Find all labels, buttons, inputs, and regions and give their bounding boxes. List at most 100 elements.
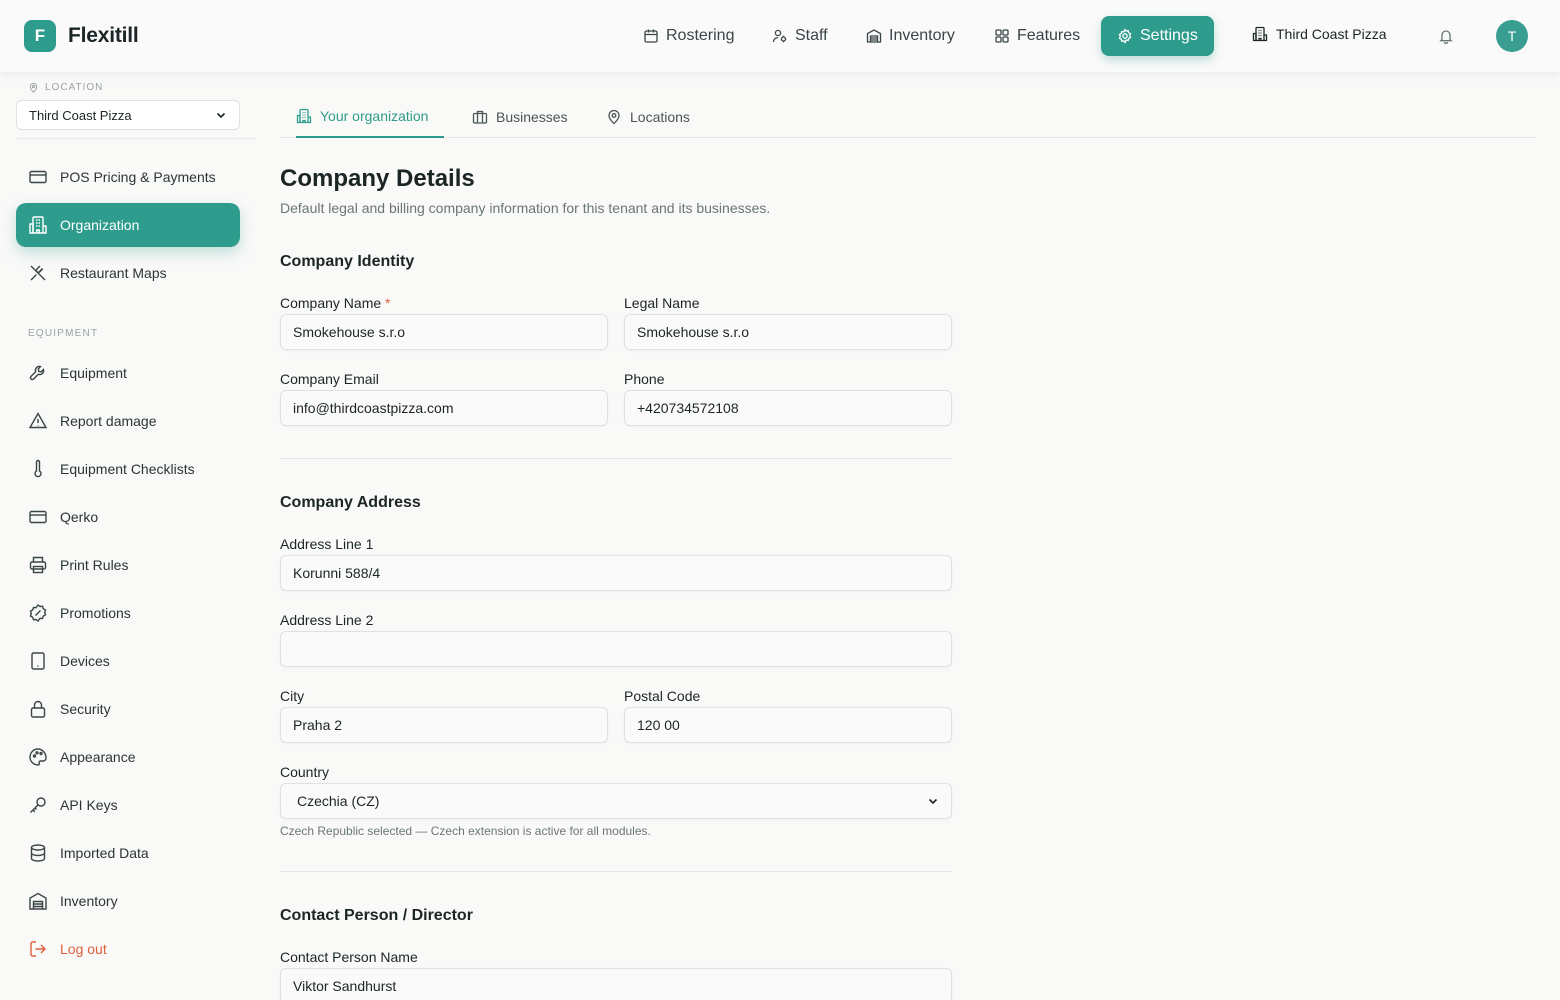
company-name-label-text: Company Name	[280, 295, 382, 311]
sidebar-item-label: Organization	[60, 217, 140, 233]
brand-name[interactable]: Flexitill	[68, 24, 139, 48]
sidebar-item-label: Promotions	[60, 605, 131, 621]
thermometer-icon	[34, 459, 42, 478]
nav-staff-label: Staff	[795, 27, 828, 44]
tab-locations[interactable]: Locations	[606, 96, 690, 138]
settings-sidebar: LOCATION Third Coast Pizza POS Pricing &…	[0, 72, 256, 1000]
company-email-value: info@thirdcoastpizza.com	[293, 400, 454, 416]
app-logo[interactable]: F	[24, 20, 56, 52]
sidebar-item-label: Inventory	[60, 893, 118, 909]
city-label: City	[280, 688, 305, 704]
building-icon	[1252, 26, 1268, 42]
nav-settings[interactable]: Settings	[1101, 16, 1214, 56]
tab-label: Your organization	[320, 108, 429, 124]
nav-inventory-label: Inventory	[889, 27, 955, 44]
phone-input[interactable]: +420734572108	[624, 390, 952, 426]
location-label: LOCATION	[45, 82, 104, 93]
palette-icon	[29, 748, 47, 766]
nav-features-label: Features	[1017, 27, 1081, 44]
organization-switcher[interactable]: Third Coast Pizza	[1252, 26, 1386, 42]
company-address-heading: Company Address	[280, 494, 421, 511]
sidebar-item-label: Restaurant Maps	[60, 265, 167, 281]
sidebar-item-imported-data[interactable]: Imported Data	[16, 831, 240, 875]
gear-icon	[1118, 28, 1132, 44]
address-line2-label: Address Line 2	[280, 612, 374, 628]
contact-name-value: Viktor Sandhurst	[293, 978, 397, 994]
postal-code-label: Postal Code	[624, 688, 701, 704]
sidebar-item-label: Print Rules	[60, 557, 129, 573]
staff-icon	[772, 29, 787, 43]
equipment-section-heading: EQUIPMENT	[28, 328, 99, 339]
company-identity-heading: Company Identity	[280, 253, 415, 270]
location-select-value: Third Coast Pizza	[29, 107, 132, 123]
company-name-input[interactable]: Smokehouse s.r.o	[280, 314, 608, 350]
discount-badge-icon	[29, 604, 47, 622]
user-avatar[interactable]: T	[1496, 20, 1528, 52]
sidebar-item-print-rules[interactable]: Print Rules	[16, 543, 240, 587]
sidebar-item-label: Equipment Checklists	[60, 461, 195, 477]
sidebar-item-inventory[interactable]: Inventory	[16, 879, 240, 923]
legal-name-value: Smokehouse s.r.o	[637, 324, 750, 340]
sidebar-item-qerko[interactable]: Qerko	[16, 495, 240, 539]
top-navigation-bar: F Flexitill Rostering Staff Inventory Fe…	[0, 0, 1560, 72]
warehouse-icon	[29, 892, 47, 910]
country-hint: Czech Republic selected — Czech extensio…	[280, 824, 651, 838]
company-name-value: Smokehouse s.r.o	[293, 324, 406, 340]
building-icon	[29, 216, 47, 234]
sidebar-item-equipment-checklists[interactable]: Equipment Checklists	[16, 447, 240, 491]
city-input[interactable]: Praha 2	[280, 707, 608, 743]
sidebar-item-label: Report damage	[60, 413, 157, 429]
credit-card-icon	[29, 170, 47, 184]
sidebar-item-security[interactable]: Security	[16, 687, 240, 731]
nav-inventory[interactable]: Inventory	[866, 16, 955, 56]
tab-label: Locations	[630, 109, 690, 125]
tab-your-organization[interactable]: Your organization	[296, 96, 445, 138]
tab-businesses[interactable]: Businesses	[472, 96, 568, 138]
sidebar-item-report-damage[interactable]: Report damage	[16, 399, 240, 443]
sidebar-item-pos-pricing[interactable]: POS Pricing & Payments	[16, 155, 240, 199]
grid-icon	[995, 29, 1009, 43]
sidebar-item-api-keys[interactable]: API Keys	[16, 783, 240, 827]
postal-code-input[interactable]: 120 00	[624, 707, 952, 743]
sidebar-item-logout[interactable]: Log out	[16, 927, 240, 971]
map-pin-icon	[29, 82, 38, 93]
credit-card-icon	[29, 510, 47, 524]
sidebar-item-restaurant-maps[interactable]: Restaurant Maps	[16, 251, 240, 295]
nav-staff[interactable]: Staff	[772, 16, 828, 56]
address-line1-value: Korunni 588/4	[293, 565, 381, 581]
settings-tabs: Your organization Businesses Locations	[280, 96, 1536, 138]
legal-name-input[interactable]: Smokehouse s.r.o	[624, 314, 952, 350]
sidebar-item-label: Security	[60, 701, 111, 717]
sidebar-item-appearance[interactable]: Appearance	[16, 735, 240, 779]
phone-label: Phone	[624, 371, 665, 387]
key-icon	[30, 797, 46, 813]
sidebar-item-label: Devices	[60, 653, 110, 669]
nav-features[interactable]: Features	[994, 16, 1080, 56]
location-select[interactable]: Third Coast Pizza	[16, 100, 240, 130]
printer-icon	[29, 556, 47, 574]
address-line1-input[interactable]: Korunni 588/4	[280, 555, 952, 591]
sidebar-item-promotions[interactable]: Promotions	[16, 591, 240, 635]
bell-icon[interactable]	[1438, 28, 1454, 44]
organization-name: Third Coast Pizza	[1276, 26, 1387, 42]
utensils-crossed-icon	[30, 265, 46, 281]
country-select[interactable]: Czechia (CZ)	[280, 783, 952, 819]
nav-settings-label: Settings	[1140, 27, 1198, 44]
sidebar-item-equipment[interactable]: Equipment	[16, 351, 240, 395]
contact-name-input[interactable]: Viktor Sandhurst	[280, 968, 952, 1000]
address-line2-input[interactable]	[280, 631, 952, 667]
wrench-icon	[29, 365, 45, 381]
sidebar-item-label: POS Pricing & Payments	[60, 169, 216, 185]
country-label: Country	[280, 764, 330, 780]
sidebar-item-devices[interactable]: Devices	[16, 639, 240, 683]
company-email-input[interactable]: info@thirdcoastpizza.com	[280, 390, 608, 426]
legal-name-label: Legal Name	[624, 295, 700, 311]
contact-person-heading: Contact Person / Director	[280, 907, 473, 924]
chevron-down-icon	[216, 112, 226, 119]
tab-label: Businesses	[496, 109, 568, 125]
sidebar-item-organization[interactable]: Organization	[16, 203, 240, 247]
contact-name-label: Contact Person Name	[280, 949, 418, 965]
postal-code-value: 120 00	[637, 717, 680, 733]
sidebar-item-label: Qerko	[60, 509, 99, 525]
nav-rostering[interactable]: Rostering	[643, 16, 734, 56]
